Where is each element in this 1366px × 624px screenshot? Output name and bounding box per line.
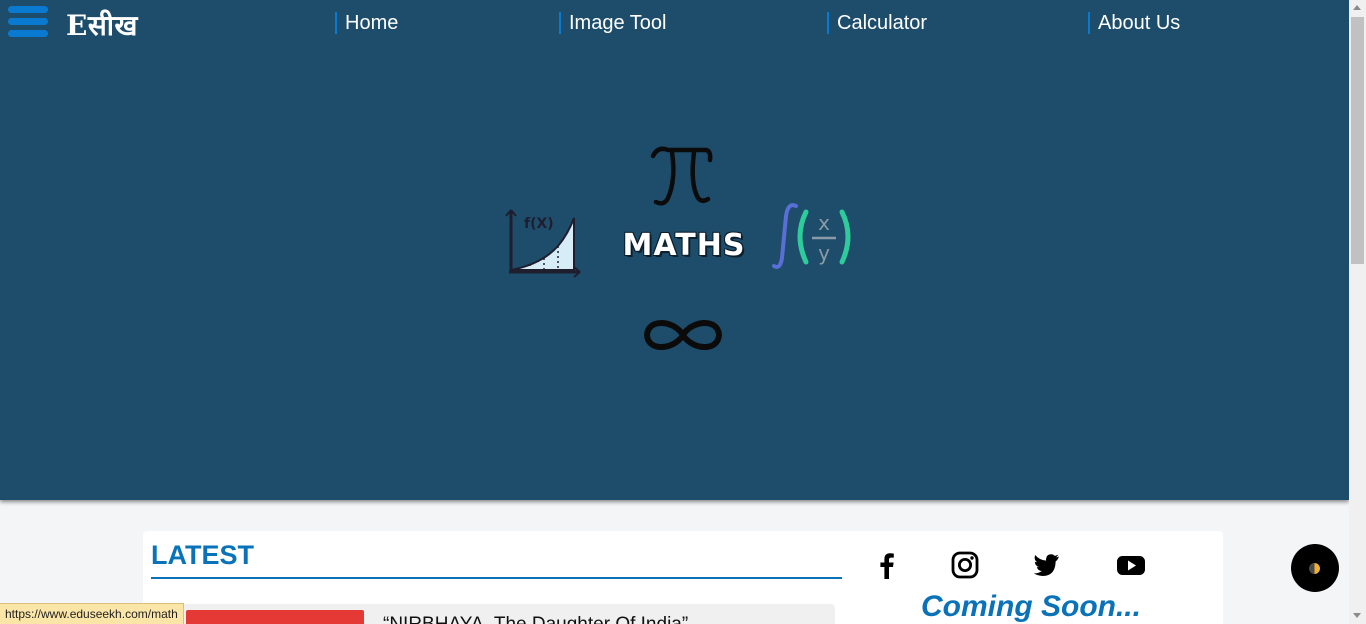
latest-divider — [151, 577, 842, 579]
article-thumbnail[interactable] — [186, 610, 364, 624]
article-card[interactable]: “NIRBHAYA, The Daughter Of India” — [150, 604, 835, 624]
instagram-icon[interactable] — [950, 550, 980, 580]
graph-label: f(X) — [524, 216, 554, 232]
latest-heading: LATEST — [151, 540, 254, 570]
twitter-icon[interactable] — [1031, 550, 1061, 580]
nav-image-tool[interactable]: Image Tool — [559, 12, 666, 34]
article-title[interactable]: “NIRBHAYA, The Daughter Of India” — [383, 614, 688, 624]
hero-banner: Eसीख Home Image Tool Calculator About Us… — [0, 0, 1349, 500]
integral-icon: x y — [772, 203, 851, 269]
function-graph-icon: f(X) — [505, 209, 581, 278]
site-logo[interactable]: Eसीख — [66, 8, 138, 44]
facebook-icon[interactable] — [872, 550, 902, 580]
scrollbar-thumb[interactable] — [1351, 17, 1364, 264]
hamburger-menu-button[interactable] — [8, 6, 48, 44]
integral-denominator: y — [818, 241, 830, 265]
page-scrollbar[interactable] — [1349, 0, 1366, 624]
theme-toggle-icon — [1309, 563, 1320, 574]
hero-title: MATHS — [622, 228, 746, 263]
nav-calculator[interactable]: Calculator — [827, 12, 927, 34]
scroll-up-arrow-icon[interactable] — [1353, 5, 1361, 10]
infinity-icon — [643, 320, 723, 350]
scroll-down-arrow-icon[interactable] — [1353, 613, 1361, 618]
youtube-icon[interactable] — [1116, 550, 1146, 580]
integral-numerator: x — [818, 211, 830, 235]
coming-soon-text: Coming Soon... — [921, 590, 1141, 623]
nav-about-us[interactable]: About Us — [1088, 12, 1180, 34]
status-bar-url: https://www.eduseekh.com/math — [0, 603, 184, 624]
nav-home[interactable]: Home — [335, 12, 398, 34]
floating-action-button[interactable] — [1291, 544, 1339, 592]
pi-icon — [650, 146, 713, 206]
